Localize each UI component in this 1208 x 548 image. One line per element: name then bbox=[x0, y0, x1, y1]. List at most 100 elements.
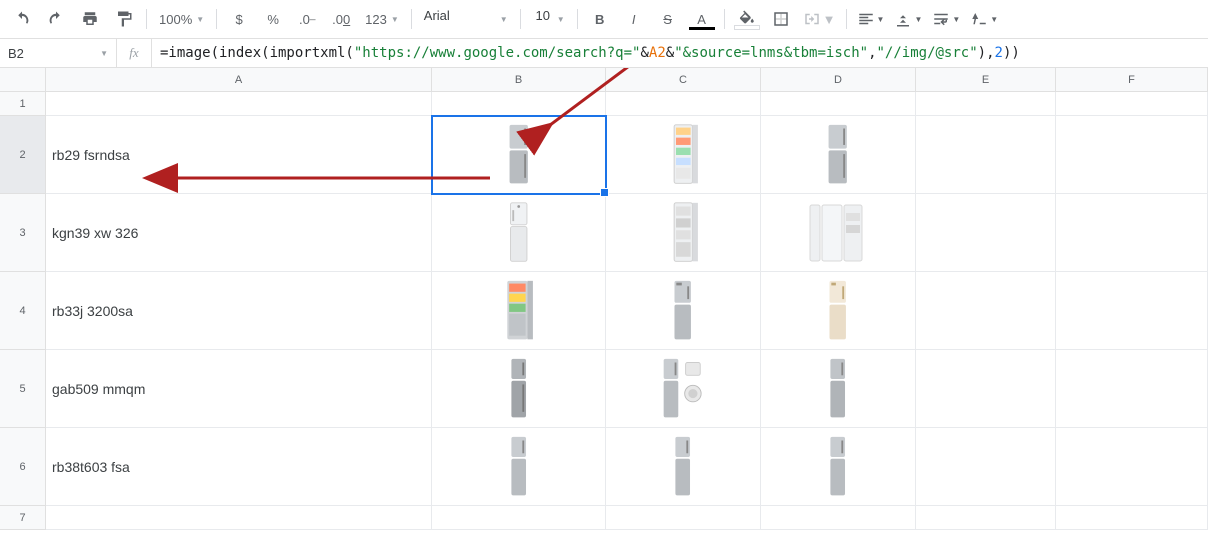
cell-b5[interactable] bbox=[432, 350, 606, 428]
cell-c1[interactable] bbox=[606, 92, 761, 116]
formula-seg: A2 bbox=[649, 45, 666, 61]
cell-d6[interactable] bbox=[761, 428, 916, 506]
fridge-combo-image bbox=[660, 357, 706, 421]
zoom-dropdown[interactable]: 100%▼ bbox=[153, 6, 210, 32]
cell-b4[interactable] bbox=[432, 272, 606, 350]
fridge-double-image bbox=[808, 203, 868, 263]
fridge-open-image bbox=[665, 123, 702, 187]
select-all-corner[interactable] bbox=[0, 68, 46, 92]
h-align-button[interactable]: ▼ bbox=[853, 6, 889, 32]
cell-b7[interactable] bbox=[432, 506, 606, 530]
cell-d7[interactable] bbox=[761, 506, 916, 530]
cell-b3[interactable] bbox=[432, 194, 606, 272]
zoom-value: 100% bbox=[159, 12, 192, 27]
row-header-4[interactable]: 4 bbox=[0, 272, 46, 350]
cell-a3[interactable]: kgn39 xw 326 bbox=[46, 194, 432, 272]
cell-b1[interactable] bbox=[432, 92, 606, 116]
cell-e5[interactable] bbox=[916, 350, 1056, 428]
cell-c6[interactable] bbox=[606, 428, 761, 506]
cell-b6[interactable] bbox=[432, 428, 606, 506]
cell-d1[interactable] bbox=[761, 92, 916, 116]
decrease-decimal-button[interactable]: .0_ bbox=[291, 6, 323, 32]
chevron-down-icon: ▼ bbox=[391, 15, 399, 24]
print-button[interactable] bbox=[74, 6, 106, 32]
cell-e7[interactable] bbox=[916, 506, 1056, 530]
cell-a5[interactable]: gab509 mmqm bbox=[46, 350, 432, 428]
font-dropdown[interactable]: Arial▼ bbox=[418, 6, 514, 32]
formula-seg: , bbox=[868, 45, 876, 61]
cell-a2[interactable]: rb29 fsrndsa bbox=[46, 116, 432, 194]
wrap-button[interactable]: ▼ bbox=[928, 6, 964, 32]
currency-button[interactable]: $ bbox=[223, 6, 255, 32]
row-header-5[interactable]: 5 bbox=[0, 350, 46, 428]
selection-handle[interactable] bbox=[600, 188, 609, 197]
name-box[interactable]: B2▼ bbox=[0, 39, 117, 67]
formula-seg: ), bbox=[978, 45, 995, 61]
cell-c5[interactable] bbox=[606, 350, 761, 428]
more-formats-label: 123 bbox=[365, 12, 387, 27]
formula-seg: "//img/@src" bbox=[877, 45, 978, 61]
cell-c3[interactable] bbox=[606, 194, 761, 272]
col-header-d[interactable]: D bbox=[761, 68, 916, 92]
redo-button[interactable] bbox=[40, 6, 72, 32]
bold-button[interactable]: B bbox=[584, 6, 616, 32]
fill-color-button[interactable] bbox=[731, 6, 763, 32]
cell-b2[interactable] bbox=[432, 116, 606, 194]
more-formats-dropdown[interactable]: 123 ▼ bbox=[359, 6, 405, 32]
cell-e3[interactable] bbox=[916, 194, 1056, 272]
chevron-down-icon: ▼ bbox=[557, 15, 565, 24]
merge-button[interactable]: ▼ bbox=[799, 6, 840, 32]
italic-button[interactable]: I bbox=[618, 6, 650, 32]
cell-e4[interactable] bbox=[916, 272, 1056, 350]
paint-format-button[interactable] bbox=[108, 6, 140, 32]
formula-seg: )) bbox=[1003, 45, 1020, 61]
col-header-f[interactable]: F bbox=[1056, 68, 1208, 92]
cell-a1[interactable] bbox=[46, 92, 432, 116]
cell-a6[interactable]: rb38t603 fsa bbox=[46, 428, 432, 506]
col-header-a[interactable]: A bbox=[46, 68, 432, 92]
formula-input[interactable]: =image(index(importxml("https://www.goog… bbox=[152, 45, 1208, 61]
cell-f6[interactable] bbox=[1056, 428, 1208, 506]
cell-f4[interactable] bbox=[1056, 272, 1208, 350]
cell-f5[interactable] bbox=[1056, 350, 1208, 428]
cell-d2[interactable] bbox=[761, 116, 916, 194]
cell-c2[interactable] bbox=[606, 116, 761, 194]
toolbar: 100%▼ $ % .0_ .00 123▼ Arial▼ 10▼ B I S … bbox=[0, 0, 1208, 39]
cell-f3[interactable] bbox=[1056, 194, 1208, 272]
cell-f1[interactable] bbox=[1056, 92, 1208, 116]
text-color-button[interactable]: A bbox=[686, 6, 718, 32]
row-header-6[interactable]: 6 bbox=[0, 428, 46, 506]
borders-button[interactable] bbox=[765, 6, 797, 32]
rotate-button[interactable]: ▼ bbox=[966, 6, 1002, 32]
cell-d4[interactable] bbox=[761, 272, 916, 350]
cell-c7[interactable] bbox=[606, 506, 761, 530]
cell-a7[interactable] bbox=[46, 506, 432, 530]
percent-button[interactable]: % bbox=[257, 6, 289, 32]
row-header-7[interactable]: 7 bbox=[0, 506, 46, 530]
cell-a4[interactable]: rb33j 3200sa bbox=[46, 272, 432, 350]
cell-e2[interactable] bbox=[916, 116, 1056, 194]
strike-button[interactable]: S bbox=[652, 6, 684, 32]
cell-d5[interactable] bbox=[761, 350, 916, 428]
separator bbox=[216, 9, 217, 29]
cell-e6[interactable] bbox=[916, 428, 1056, 506]
cell-f7[interactable] bbox=[1056, 506, 1208, 530]
col-header-b[interactable]: B bbox=[432, 68, 606, 92]
row-header-2[interactable]: 2 bbox=[0, 116, 46, 194]
row-header-1[interactable]: 1 bbox=[0, 92, 46, 116]
col-header-e[interactable]: E bbox=[916, 68, 1056, 92]
undo-button[interactable] bbox=[6, 6, 38, 32]
cell-f2[interactable] bbox=[1056, 116, 1208, 194]
formula-seg: "https://www.google.com/search?q=" bbox=[354, 45, 641, 61]
row-header-3[interactable]: 3 bbox=[0, 194, 46, 272]
cell-e1[interactable] bbox=[916, 92, 1056, 116]
col-header-c[interactable]: C bbox=[606, 68, 761, 92]
font-size-dropdown[interactable]: 10▼ bbox=[527, 6, 571, 32]
separator bbox=[846, 9, 847, 29]
cell-d3[interactable] bbox=[761, 194, 916, 272]
increase-decimal-button[interactable]: .00 bbox=[325, 6, 357, 32]
separator bbox=[411, 9, 412, 29]
chevron-down-icon: ▼ bbox=[100, 49, 108, 58]
cell-c4[interactable] bbox=[606, 272, 761, 350]
v-align-button[interactable]: ▼ bbox=[890, 6, 926, 32]
